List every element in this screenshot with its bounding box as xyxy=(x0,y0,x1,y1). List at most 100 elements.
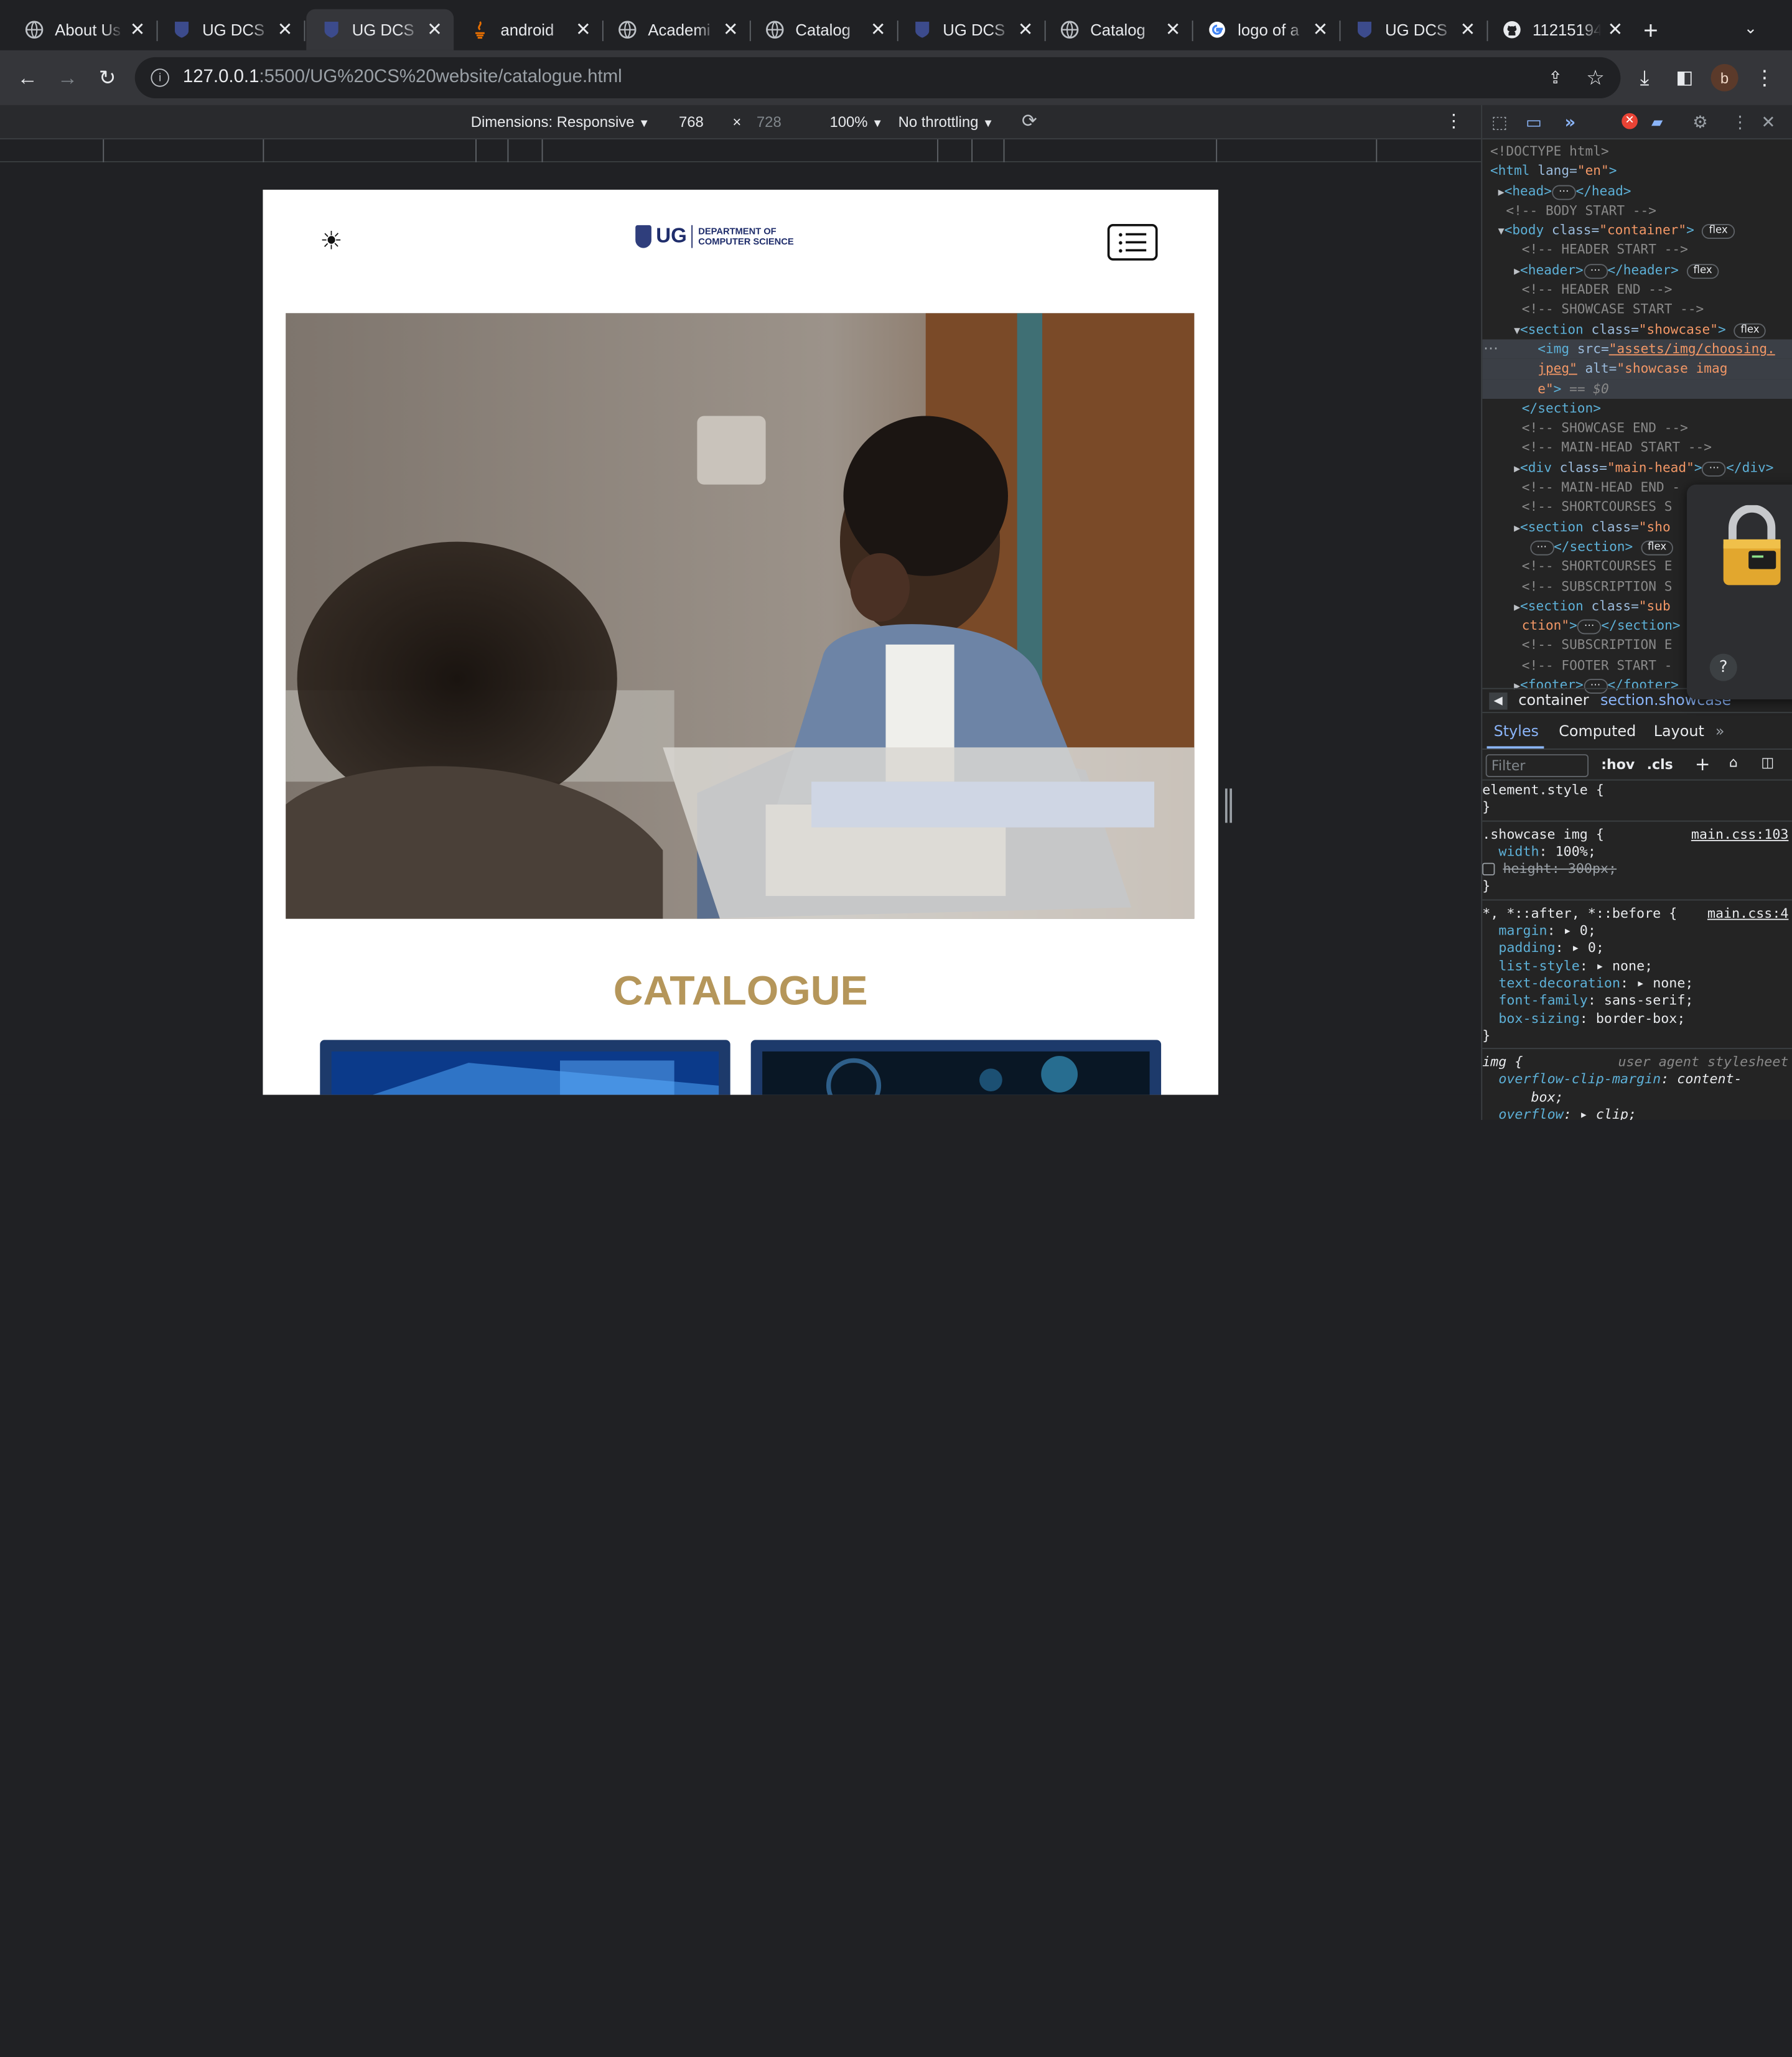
browser-tab[interactable]: UG DCS ✕ xyxy=(897,9,1046,50)
bookmark-star-icon[interactable]: ☆ xyxy=(1582,64,1609,91)
rule-selector[interactable]: img {user agent stylesheet xyxy=(1482,1054,1792,1071)
close-icon[interactable]: ✕ xyxy=(870,18,886,41)
dom-node[interactable]: <!-- SHOWCASE START --> xyxy=(1482,300,1792,320)
close-icon[interactable]: ✕ xyxy=(1607,18,1623,41)
course-card[interactable] xyxy=(320,1040,730,1095)
site-logo[interactable]: UG DEPARTMENT OF COMPUTER SCIENCE xyxy=(635,224,794,248)
declaration-disabled[interactable]: height: 300px; xyxy=(1482,861,1792,878)
new-tab-button[interactable]: + xyxy=(1643,16,1658,46)
more-vert-icon[interactable]: ⋮ xyxy=(1732,112,1749,133)
more-horiz-icon[interactable]: ⋯ xyxy=(1483,339,1498,357)
media-query-ruler[interactable] xyxy=(0,139,1482,162)
close-icon[interactable]: ✕ xyxy=(723,18,739,41)
tab-styles[interactable]: Styles xyxy=(1494,724,1539,741)
declaration[interactable]: padding: ▸ 0; xyxy=(1482,940,1792,957)
tab-layout[interactable]: Layout xyxy=(1654,724,1704,741)
course-card[interactable] xyxy=(750,1040,1162,1095)
browser-tab[interactable]: logo of a ✕ xyxy=(1192,9,1341,50)
side-panel-icon[interactable]: ◧ xyxy=(1671,64,1698,91)
close-icon[interactable]: ✕ xyxy=(576,18,591,41)
browser-tab[interactable]: UG DCS ✕ xyxy=(157,9,306,50)
browser-tab[interactable]: About Us ✕ xyxy=(9,9,158,50)
height-input[interactable]: 728 xyxy=(757,113,782,131)
dom-node[interactable]: <!DOCTYPE html> xyxy=(1482,142,1792,162)
dom-node[interactable]: <!-- HEADER START --> xyxy=(1482,241,1792,261)
dom-node[interactable]: <!-- SHOWCASE END --> xyxy=(1482,419,1792,439)
declaration[interactable]: text-decoration: ▸ none; xyxy=(1482,975,1792,992)
dom-node[interactable]: ▼<body class="container"> flex xyxy=(1482,221,1792,241)
password-manager-popup[interactable]: ? xyxy=(1686,484,1792,700)
more-tabs-icon[interactable]: » xyxy=(1564,112,1575,133)
dom-node[interactable]: ▶<head> ⋯ </head> xyxy=(1482,181,1792,201)
forward-arrow-icon[interactable]: → xyxy=(54,64,81,91)
declaration-checkbox[interactable] xyxy=(1482,863,1495,876)
close-icon[interactable]: ✕ xyxy=(427,18,442,41)
more-vert-icon[interactable]: ⋮ xyxy=(1751,64,1778,91)
styles-filter-input[interactable]: Filter xyxy=(1485,754,1589,777)
cls-toggle[interactable]: .cls xyxy=(1647,757,1673,773)
dom-node[interactable]: <!-- HEADER END --> xyxy=(1482,280,1792,300)
paint-brush-icon[interactable]: ⌂ xyxy=(1729,754,1738,770)
inspect-element-icon[interactable]: ⬚ xyxy=(1491,112,1508,133)
declaration[interactable]: width: 100%; xyxy=(1482,843,1792,861)
dom-node-selected[interactable]: <img src="assets/img/choosing. xyxy=(1482,339,1792,360)
gear-icon[interactable]: ⚙ xyxy=(1692,112,1708,133)
rule-selector[interactable]: *, *::after, *::before {main.css:4 xyxy=(1482,905,1792,922)
close-icon[interactable]: ✕ xyxy=(278,18,293,41)
browser-tab[interactable]: UG DCS ✕ xyxy=(1340,9,1488,50)
declaration[interactable]: overflow: ▸ clip; xyxy=(1482,1106,1792,1120)
styles-rules[interactable]: element.style { } .showcase img {main.cs… xyxy=(1482,781,1792,1120)
dom-node-selected[interactable]: jpeg" alt="showcase imag xyxy=(1482,359,1792,379)
error-badge-icon[interactable]: ✕ xyxy=(1622,113,1638,129)
declaration[interactable]: font-family: sans-serif; xyxy=(1482,992,1792,1010)
browser-tab[interactable]: Catalog ✕ xyxy=(750,9,898,50)
browser-tab[interactable]: Academi ✕ xyxy=(602,9,751,50)
more-vert-icon[interactable]: ⋮ xyxy=(1445,110,1463,133)
dom-node[interactable]: </section> xyxy=(1482,399,1792,419)
browser-tab[interactable]: 11215194 ✕ xyxy=(1487,9,1635,50)
dom-node[interactable]: <html lang="en"> xyxy=(1482,162,1792,182)
dom-node[interactable]: ▶<header> ⋯ </header> flex xyxy=(1482,260,1792,280)
declaration[interactable]: list-style: ▸ none; xyxy=(1482,958,1792,975)
dom-node[interactable]: ▶<div class="main-head"> ⋯ </div> xyxy=(1482,458,1792,478)
dom-node[interactable]: <!-- BODY START --> xyxy=(1482,201,1792,221)
hamburger-menu-button[interactable] xyxy=(1107,223,1158,261)
chevron-down-icon[interactable]: ⌄ xyxy=(1744,18,1758,37)
declaration[interactable]: margin: ▸ 0; xyxy=(1482,922,1792,940)
close-icon[interactable]: ✕ xyxy=(1018,18,1034,41)
close-icon[interactable]: ✕ xyxy=(1165,18,1181,41)
info-icon[interactable]: i xyxy=(151,68,169,87)
profile-avatar[interactable]: b xyxy=(1710,63,1738,91)
rule-selector[interactable]: element.style { xyxy=(1482,781,1792,799)
close-icon[interactable]: ✕ xyxy=(1460,18,1476,41)
more-tabs-icon[interactable]: » xyxy=(1715,724,1725,741)
breadcrumb-item[interactable]: container xyxy=(1518,692,1589,709)
close-icon[interactable]: ✕ xyxy=(130,18,146,41)
stylesheet-link[interactable]: main.css:4 xyxy=(1707,905,1788,922)
zoom-select[interactable]: 100% ▼ xyxy=(829,113,883,131)
back-arrow-icon[interactable]: ← xyxy=(14,64,41,91)
device-toggle-icon[interactable]: ▭ xyxy=(1526,112,1542,133)
message-badge-icon[interactable]: ▰ xyxy=(1651,114,1663,132)
share-icon[interactable]: ⇪ xyxy=(1542,64,1569,91)
width-resize-handle[interactable] xyxy=(1225,788,1232,823)
dimensions-select[interactable]: Dimensions: Responsive ▼ xyxy=(471,113,650,131)
declaration[interactable]: box-sizing: border-box; xyxy=(1482,1010,1792,1027)
tab-computed[interactable]: Computed xyxy=(1559,724,1636,741)
rule-selector[interactable]: .showcase img {main.css:103 xyxy=(1482,826,1792,843)
rotate-icon[interactable]: ⟳ xyxy=(1022,110,1037,133)
address-bar[interactable]: i 127.0.0.1:5500/UG%20CS%20website/catal… xyxy=(134,57,1621,98)
close-icon[interactable]: ✕ xyxy=(1313,18,1328,41)
dom-node[interactable]: <!-- MAIN-HEAD START --> xyxy=(1482,438,1792,458)
browser-tab[interactable]: Catalog ✕ xyxy=(1045,9,1193,50)
browser-tab-active[interactable]: UG DCS ✕ xyxy=(306,9,454,50)
stylesheet-link[interactable]: main.css:103 xyxy=(1691,826,1789,843)
theme-toggle-sun-icon[interactable]: ☀ xyxy=(320,226,342,256)
chevron-left-icon[interactable]: ◀ xyxy=(1489,692,1508,709)
declaration[interactable]: overflow-clip-margin: content- xyxy=(1482,1071,1792,1089)
download-icon[interactable]: ⤓ xyxy=(1631,64,1658,91)
reload-icon[interactable]: ↻ xyxy=(94,64,121,91)
add-rule-icon[interactable]: + xyxy=(1695,753,1710,775)
browser-tab[interactable]: android ✕ xyxy=(455,9,604,50)
dom-node-selected[interactable]: e"> == $0 xyxy=(1482,378,1792,399)
